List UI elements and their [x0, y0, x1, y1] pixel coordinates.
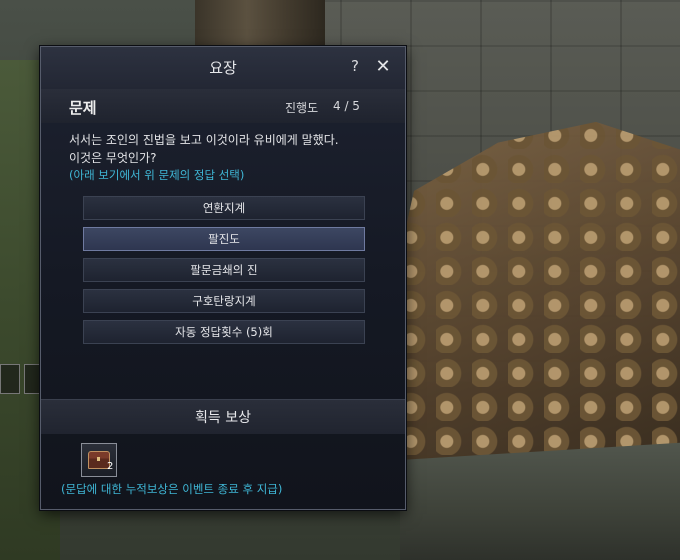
answer-option-selected[interactable]: 팔진도 [83, 227, 365, 251]
answer-option[interactable]: 팔문금쇄의 진 [83, 258, 365, 282]
progress-value: 4 / 5 [333, 99, 360, 113]
ground [400, 440, 680, 560]
question-text: 서서는 조인의 진법을 보고 이것이라 유비에게 말했다. 이것은 무엇인가? [69, 131, 389, 167]
question-line: 이것은 무엇인가? [69, 151, 157, 165]
reward-item-count: 2 [107, 461, 114, 472]
answer-option[interactable]: 연환지계 [83, 196, 365, 220]
problem-title: 문제 [69, 99, 97, 117]
question-line: 서서는 조인의 진법을 보고 이것이라 유비에게 말했다. [69, 133, 339, 147]
reward-note: (문답에 대한 누적보상은 이벤트 종료 후 지급) [61, 482, 283, 496]
progress-label: 진행도 [285, 101, 319, 115]
answer-option[interactable]: 구호탄랑지계 [83, 289, 365, 313]
reward-title: 획득 보상 [195, 410, 251, 426]
hotbar-slot[interactable] [0, 364, 20, 394]
auto-answer-button[interactable]: 자동 정답횟수 (5)회 [83, 320, 365, 344]
chest-lock [97, 457, 100, 461]
answer-hint: (아래 보기에서 위 문제의 정답 선택) [69, 168, 245, 182]
quiz-dialog: ⌘ ⌘ 요장 ? ✕ 문제 진행도 4 / 5 서서는 조인의 진법을 보고 이… [40, 46, 406, 510]
close-button[interactable]: ✕ [373, 56, 393, 77]
dialog-titlebar[interactable]: 요장 ? ✕ [41, 47, 405, 90]
help-button[interactable]: ? [347, 57, 363, 77]
